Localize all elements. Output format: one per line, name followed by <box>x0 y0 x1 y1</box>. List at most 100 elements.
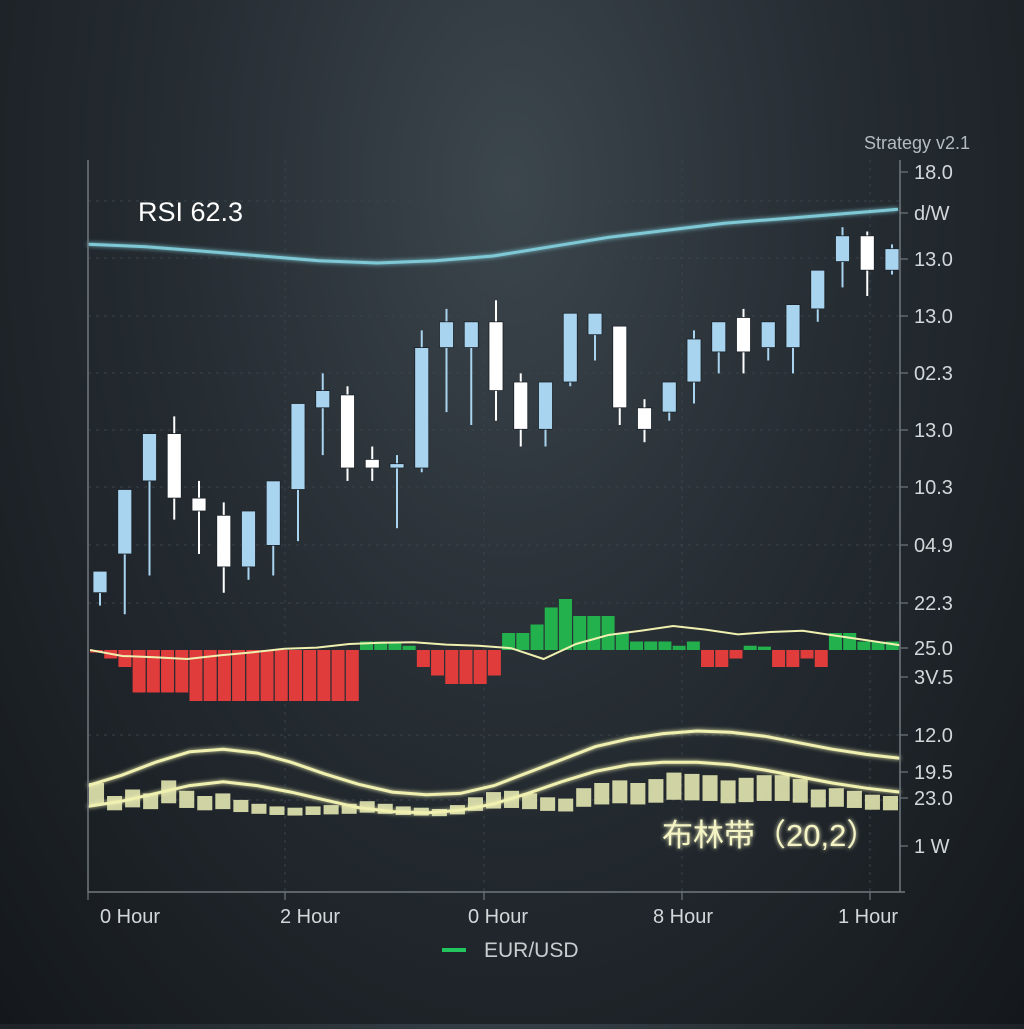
candle-body-10 <box>340 394 355 469</box>
candle-body-3 <box>166 433 182 499</box>
bollinger-bar-12 <box>305 806 321 815</box>
candle-body-30 <box>835 235 850 263</box>
y-tick-label-10: 3V.5 <box>914 667 953 689</box>
bollinger-bar-33 <box>684 773 700 801</box>
bollinger-bar-35 <box>720 780 736 804</box>
candle-body-27 <box>760 321 776 348</box>
macd-bar-17 <box>331 650 345 701</box>
candle-body-7 <box>265 480 281 546</box>
macd-bar-32 <box>544 607 558 650</box>
x-tick-label-3: 8 Hour <box>653 906 713 928</box>
x-tick-label-1: 2 Hour <box>280 906 340 928</box>
bollinger-bar-41 <box>828 788 844 807</box>
bollinger-bar-7 <box>215 793 231 810</box>
macd-bar-12 <box>260 650 274 701</box>
candle-body-26 <box>736 317 751 353</box>
macd-bar-11 <box>246 650 260 701</box>
macd-bar-22 <box>402 645 416 650</box>
y-tick-label-8: 22.3 <box>914 593 953 615</box>
macd-bar-15 <box>303 650 317 701</box>
macd-bar-41 <box>672 645 686 650</box>
bollinger-bar-13 <box>323 805 339 815</box>
strategy-label: Strategy v2.1 <box>864 133 970 153</box>
candle-body-4 <box>191 497 207 512</box>
candle-body-2 <box>142 433 157 482</box>
macd-bar-28 <box>487 650 501 676</box>
macd-bar-25 <box>445 650 459 684</box>
candlestick-series <box>92 227 900 615</box>
macd-bar-5 <box>161 650 175 693</box>
bollinger-bar-29 <box>612 780 628 804</box>
bollinger-bar-43 <box>864 794 880 810</box>
x-tick-label-0: 0 Hour <box>100 906 160 928</box>
bollinger-bar-5 <box>179 790 195 808</box>
candle-body-21 <box>612 325 628 409</box>
chart-stage: 18.0 d/W 13.0 13.0 02.3 13.0 10.3 04.9 22.3 25.0 3… <box>0 0 1024 1024</box>
candle-body-25 <box>711 321 727 353</box>
macd-bar-23 <box>416 650 430 667</box>
bollinger-bar-9 <box>251 803 267 814</box>
candle-body-1 <box>117 489 133 555</box>
macd-bar-6 <box>175 650 189 693</box>
candle-body-8 <box>290 403 306 490</box>
bollinger-bar-38 <box>774 775 790 801</box>
macd-bar-47 <box>757 646 771 650</box>
y-tick-label-5: 13.0 <box>914 420 953 442</box>
macd-bar-38 <box>630 641 644 650</box>
macd-bar-53 <box>843 633 857 650</box>
bollinger-bar-27 <box>576 788 592 807</box>
y-tick-label-9: 25.0 <box>914 638 953 660</box>
candle-body-23 <box>661 381 677 413</box>
macd-bar-18 <box>345 650 359 701</box>
candle-body-12 <box>389 463 405 469</box>
candle-body-19 <box>562 312 578 383</box>
candle-body-17 <box>513 381 529 430</box>
macd-bar-54 <box>857 641 871 650</box>
macd-bar-49 <box>786 650 800 667</box>
x-tick-label-4: 1 Hour <box>838 906 898 928</box>
rsi-label: RSI 62.3 <box>138 197 243 227</box>
macd-bar-2 <box>118 650 132 667</box>
bollinger-bar-40 <box>810 789 826 808</box>
macd-bar-37 <box>615 633 629 650</box>
macd-bar-51 <box>814 650 828 667</box>
macd-bar-44 <box>715 650 729 667</box>
y-tick-label-13: 23.0 <box>914 788 953 810</box>
macd-bar-26 <box>459 650 473 684</box>
macd-bar-39 <box>644 641 658 650</box>
bollinger-label: 布林带（20,2） <box>662 818 877 853</box>
macd-bar-45 <box>729 650 743 659</box>
candle-body-31 <box>859 235 875 271</box>
y-tick-label-12: 19.5 <box>914 762 953 784</box>
macd-bar-16 <box>317 650 331 701</box>
y-tick-label-4: 02.3 <box>914 363 953 385</box>
x-tick-label-2: 0 Hour <box>468 906 528 928</box>
candle-body-14 <box>439 321 454 348</box>
y-tick-label-6: 10.3 <box>914 477 953 499</box>
bollinger-bar-39 <box>792 779 808 803</box>
bollinger-bar-10 <box>269 806 285 815</box>
bollinger-bar-42 <box>846 790 862 808</box>
bollinger-bar-8 <box>233 799 249 813</box>
candle-body-11 <box>364 458 380 469</box>
bollinger-bar-11 <box>287 807 303 816</box>
candle-body-20 <box>587 312 603 336</box>
candle-body-5 <box>216 514 232 568</box>
macd-bar-48 <box>772 650 786 667</box>
candle-body-29 <box>810 269 826 310</box>
macd-bar-33 <box>558 599 572 650</box>
y-tick-label-14: 1 W <box>914 836 950 858</box>
macd-bar-14 <box>288 650 302 701</box>
bollinger-bar-34 <box>702 775 718 801</box>
y-tick-label-11: 12.0 <box>914 725 953 747</box>
macd-bar-30 <box>516 633 530 650</box>
macd-bar-46 <box>743 645 757 650</box>
y-tick-label-2: 13.0 <box>914 249 953 271</box>
candle-body-22 <box>637 407 652 430</box>
candle-body-6 <box>241 510 256 568</box>
candle-body-9 <box>315 390 331 409</box>
macd-bar-42 <box>686 641 700 650</box>
macd-bar-31 <box>530 624 544 650</box>
candle-body-28 <box>785 304 801 349</box>
macd-bar-10 <box>232 650 246 701</box>
